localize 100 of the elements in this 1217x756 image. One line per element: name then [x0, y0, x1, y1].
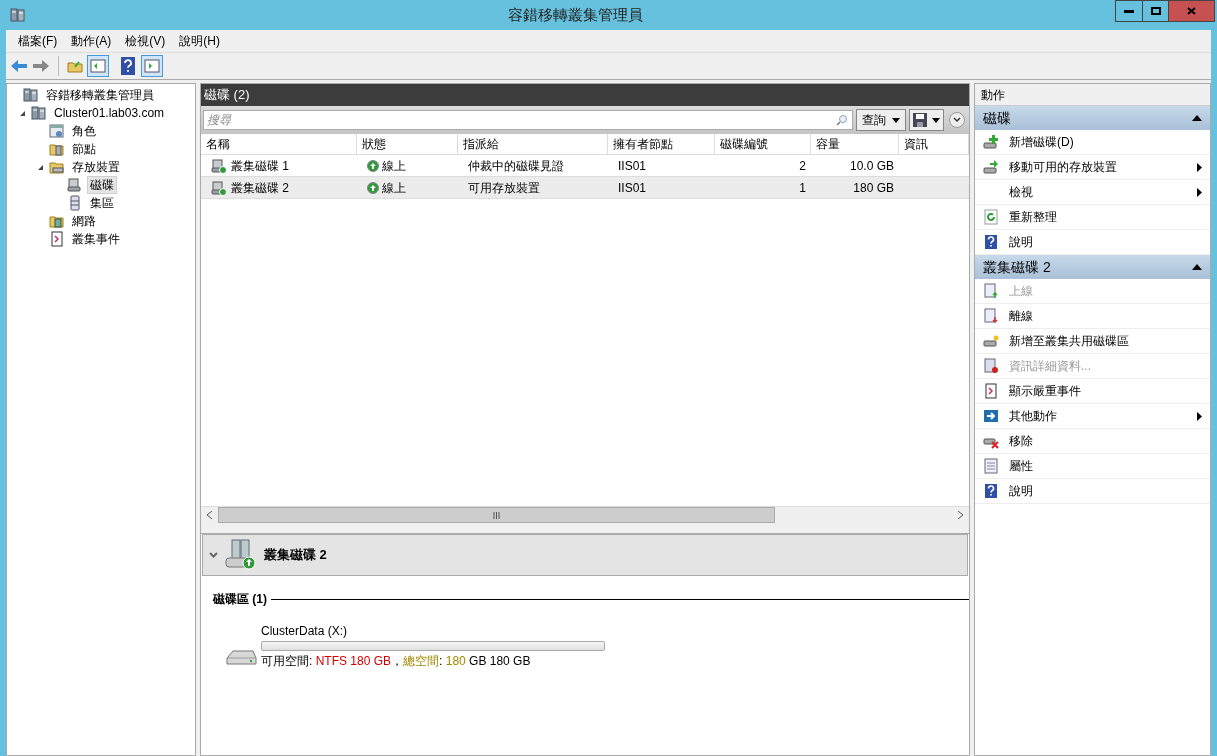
section-heading: 磁碟區 (1) — [213, 591, 267, 608]
table-row[interactable]: 叢集磁碟 2 線上 可用存放裝置 IIS01 1 180 GB — [201, 177, 969, 199]
table-cell-text: 線上 — [382, 179, 406, 197]
volume-info: 可用空間: NTFS 180 GB，總空間: 180 GB 180 GB — [261, 653, 532, 670]
disk-drive-icon — [211, 179, 227, 196]
table-cell-text: 叢集磁碟 2 — [231, 179, 289, 197]
back-arrow-icon[interactable] — [10, 59, 28, 73]
tree-item[interactable]: 角色 — [69, 122, 99, 140]
disk-drive-icon — [211, 157, 227, 174]
action-item[interactable]: 移除 — [1009, 432, 1202, 450]
column-header[interactable]: 狀態 — [357, 134, 458, 154]
table-cell-text: 180 GB — [853, 179, 894, 197]
column-header[interactable]: 擁有者節點 — [608, 134, 715, 154]
horizontal-scrollbar[interactable] — [201, 506, 969, 523]
help-icon[interactable] — [121, 57, 137, 75]
server-cluster-icon — [31, 105, 47, 121]
tree-item[interactable]: Cluster01.lab03.com — [51, 104, 168, 122]
pane-title: 磁碟 (2) — [203, 86, 251, 104]
minimize-icon — [1124, 9, 1134, 13]
menu-item[interactable]: 動作(A) — [65, 32, 118, 50]
collapse-triangle-icon[interactable] — [1192, 115, 1202, 121]
action-item[interactable]: 說明 — [1009, 482, 1202, 500]
menu-item[interactable]: 檔案(F) — [12, 32, 64, 50]
forward-arrow-icon[interactable] — [32, 59, 50, 73]
disk-star-icon — [983, 333, 999, 349]
minimize-button[interactable] — [1115, 0, 1143, 22]
scroll-left-icon[interactable] — [207, 511, 212, 519]
window-gear-icon — [49, 123, 65, 139]
chevron-down-icon[interactable] — [209, 552, 218, 558]
document-info-icon — [983, 358, 999, 374]
drive-icon — [225, 648, 257, 668]
expand-circle-icon[interactable] — [949, 112, 965, 128]
folder-network-icon — [49, 213, 65, 229]
action-item[interactable]: 新增磁碟(D) — [1009, 133, 1202, 151]
tree-pane-icon[interactable] — [87, 55, 109, 77]
scroll-right-icon[interactable] — [958, 511, 963, 519]
close-icon — [1187, 7, 1196, 15]
arrow-right-icon — [983, 408, 999, 424]
actions-title: 動作 — [975, 84, 1210, 106]
menu-item[interactable]: 說明(H) — [173, 32, 226, 50]
up-arrow-circle-icon — [367, 159, 379, 172]
column-header[interactable]: 指派給 — [458, 134, 608, 154]
search-field[interactable]: 搜尋 — [203, 110, 853, 130]
expanded-triangle-icon[interactable] — [36, 163, 44, 171]
up-arrow-circle-icon — [367, 181, 379, 194]
event-log-icon — [49, 231, 65, 247]
properties-icon — [983, 458, 999, 474]
column-header[interactable]: 名稱 — [201, 134, 357, 154]
action-item[interactable]: 顯示嚴重事件 — [1009, 382, 1202, 400]
table-cell-text: 2 — [799, 157, 806, 175]
actions-section-header[interactable]: 叢集磁碟 2 — [975, 255, 1210, 279]
table-cell-text: 10.0 GB — [849, 157, 894, 175]
action-item[interactable]: 離線 — [1009, 307, 1202, 325]
query-button[interactable]: 查詢 — [856, 109, 906, 131]
save-query-button[interactable] — [909, 109, 944, 131]
event-log-icon — [983, 383, 999, 399]
table-cell: IIS01 — [618, 180, 647, 195]
table-cell: IIS01 — [618, 158, 647, 173]
disk-stack-icon — [67, 195, 83, 211]
table-cell-text: 叢集磁碟 1 — [231, 157, 289, 175]
tree-item[interactable]: 磁碟 — [87, 176, 117, 194]
tree-item[interactable]: 集區 — [87, 194, 117, 212]
tree-item[interactable]: 節點 — [69, 140, 99, 158]
server-cluster-icon — [23, 87, 39, 103]
action-item[interactable]: 檢視 — [1009, 183, 1187, 201]
folder-server-icon — [49, 141, 65, 157]
refresh-icon — [983, 209, 999, 225]
action-item[interactable]: 屬性 — [1009, 457, 1202, 475]
collapse-triangle-icon[interactable] — [1192, 264, 1202, 270]
expanded-triangle-icon[interactable] — [18, 109, 26, 117]
column-header[interactable]: 資訊 — [899, 134, 969, 154]
server-disk-icon — [224, 538, 258, 572]
search-icon — [836, 114, 848, 126]
action-item[interactable]: 移動可用的存放裝置 — [1009, 158, 1187, 176]
disk-plus-icon — [983, 134, 999, 150]
column-header[interactable]: 容量 — [811, 134, 899, 154]
column-header[interactable]: 磁碟編號 — [715, 134, 811, 154]
table-cell: 仲裁中的磁碟見證 — [468, 158, 564, 173]
action-item[interactable]: 其他動作 — [1009, 407, 1187, 425]
tree-item[interactable]: 叢集事件 — [69, 230, 123, 248]
app-icon — [10, 7, 26, 23]
menu-item[interactable]: 檢視(V) — [119, 32, 172, 50]
tree-item[interactable]: 容錯移轉叢集管理員 — [43, 86, 157, 104]
action-item[interactable]: 說明 — [1009, 233, 1202, 251]
table-cell: 可用存放裝置 — [468, 180, 540, 195]
disk-arrow-icon — [983, 159, 999, 175]
table-cell-text: 線上 — [382, 157, 406, 175]
disk-drive-icon — [67, 177, 83, 193]
tree-item[interactable]: 存放裝置 — [69, 158, 123, 176]
details-title: 叢集磁碟 2 — [264, 546, 327, 565]
close-button[interactable] — [1169, 0, 1215, 22]
action-item[interactable]: 新增至叢集共用磁碟區 — [1009, 332, 1202, 350]
table-cell-text: 1 — [799, 179, 806, 197]
help-icon — [983, 483, 999, 499]
action-item[interactable]: 重新整理 — [1009, 208, 1202, 226]
action-pane-icon[interactable] — [141, 55, 163, 77]
grip-icon — [493, 511, 500, 519]
actions-section-header[interactable]: 磁碟 — [975, 106, 1210, 130]
window-title: 容錯移轉叢集管理員 — [507, 4, 644, 25]
tree-item[interactable]: 網路 — [69, 212, 99, 230]
